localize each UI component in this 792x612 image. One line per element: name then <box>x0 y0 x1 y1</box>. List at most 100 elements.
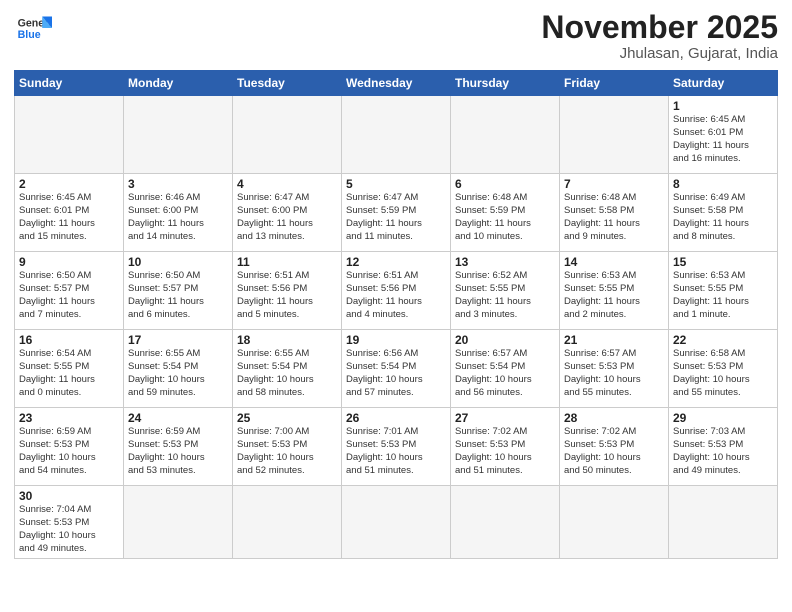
weekday-header: Saturday <box>669 71 778 96</box>
day-number: 19 <box>346 333 446 347</box>
day-info: Sunrise: 7:04 AM Sunset: 5:53 PM Dayligh… <box>19 504 119 555</box>
calendar-day-cell: 24Sunrise: 6:59 AM Sunset: 5:53 PM Dayli… <box>124 408 233 486</box>
day-number: 9 <box>19 255 119 269</box>
calendar-day-cell: 9Sunrise: 6:50 AM Sunset: 5:57 PM Daylig… <box>15 252 124 330</box>
month-title: November 2025 <box>541 10 778 45</box>
svg-text:Blue: Blue <box>18 29 41 41</box>
calendar-day-cell <box>342 486 451 559</box>
weekday-header: Wednesday <box>342 71 451 96</box>
calendar-day-cell: 22Sunrise: 6:58 AM Sunset: 5:53 PM Dayli… <box>669 330 778 408</box>
day-info: Sunrise: 6:47 AM Sunset: 6:00 PM Dayligh… <box>237 192 337 243</box>
day-number: 15 <box>673 255 773 269</box>
calendar-day-cell <box>233 96 342 174</box>
calendar-day-cell: 20Sunrise: 6:57 AM Sunset: 5:54 PM Dayli… <box>451 330 560 408</box>
day-info: Sunrise: 6:51 AM Sunset: 5:56 PM Dayligh… <box>346 270 446 321</box>
day-number: 30 <box>19 489 119 503</box>
day-number: 22 <box>673 333 773 347</box>
weekday-header: Sunday <box>15 71 124 96</box>
calendar-day-cell: 27Sunrise: 7:02 AM Sunset: 5:53 PM Dayli… <box>451 408 560 486</box>
calendar-day-cell: 6Sunrise: 6:48 AM Sunset: 5:59 PM Daylig… <box>451 174 560 252</box>
day-info: Sunrise: 7:03 AM Sunset: 5:53 PM Dayligh… <box>673 426 773 477</box>
calendar-day-cell: 28Sunrise: 7:02 AM Sunset: 5:53 PM Dayli… <box>560 408 669 486</box>
day-info: Sunrise: 7:02 AM Sunset: 5:53 PM Dayligh… <box>455 426 555 477</box>
calendar-day-cell: 30Sunrise: 7:04 AM Sunset: 5:53 PM Dayli… <box>15 486 124 559</box>
calendar-week-row: 2Sunrise: 6:45 AM Sunset: 6:01 PM Daylig… <box>15 174 778 252</box>
calendar: SundayMondayTuesdayWednesdayThursdayFrid… <box>14 70 778 559</box>
calendar-day-cell <box>15 96 124 174</box>
weekday-header: Tuesday <box>233 71 342 96</box>
calendar-day-cell <box>451 486 560 559</box>
location-subtitle: Jhulasan, Gujarat, India <box>541 45 778 62</box>
day-info: Sunrise: 7:01 AM Sunset: 5:53 PM Dayligh… <box>346 426 446 477</box>
calendar-day-cell: 5Sunrise: 6:47 AM Sunset: 5:59 PM Daylig… <box>342 174 451 252</box>
calendar-day-cell: 7Sunrise: 6:48 AM Sunset: 5:58 PM Daylig… <box>560 174 669 252</box>
day-info: Sunrise: 6:59 AM Sunset: 5:53 PM Dayligh… <box>128 426 228 477</box>
page: General Blue November 2025 Jhulasan, Guj… <box>0 0 792 612</box>
calendar-day-cell <box>560 486 669 559</box>
day-info: Sunrise: 6:56 AM Sunset: 5:54 PM Dayligh… <box>346 348 446 399</box>
day-number: 4 <box>237 177 337 191</box>
day-number: 11 <box>237 255 337 269</box>
calendar-day-cell <box>124 96 233 174</box>
day-number: 5 <box>346 177 446 191</box>
weekday-header: Monday <box>124 71 233 96</box>
day-info: Sunrise: 6:50 AM Sunset: 5:57 PM Dayligh… <box>19 270 119 321</box>
calendar-week-row: 1Sunrise: 6:45 AM Sunset: 6:01 PM Daylig… <box>15 96 778 174</box>
day-number: 6 <box>455 177 555 191</box>
day-info: Sunrise: 6:48 AM Sunset: 5:58 PM Dayligh… <box>564 192 664 243</box>
calendar-day-cell <box>560 96 669 174</box>
day-info: Sunrise: 6:55 AM Sunset: 5:54 PM Dayligh… <box>128 348 228 399</box>
day-number: 12 <box>346 255 446 269</box>
day-info: Sunrise: 6:45 AM Sunset: 6:01 PM Dayligh… <box>19 192 119 243</box>
calendar-week-row: 9Sunrise: 6:50 AM Sunset: 5:57 PM Daylig… <box>15 252 778 330</box>
calendar-day-cell: 26Sunrise: 7:01 AM Sunset: 5:53 PM Dayli… <box>342 408 451 486</box>
calendar-day-cell: 1Sunrise: 6:45 AM Sunset: 6:01 PM Daylig… <box>669 96 778 174</box>
calendar-day-cell: 15Sunrise: 6:53 AM Sunset: 5:55 PM Dayli… <box>669 252 778 330</box>
day-number: 18 <box>237 333 337 347</box>
day-info: Sunrise: 6:46 AM Sunset: 6:00 PM Dayligh… <box>128 192 228 243</box>
day-number: 29 <box>673 411 773 425</box>
day-info: Sunrise: 7:00 AM Sunset: 5:53 PM Dayligh… <box>237 426 337 477</box>
day-info: Sunrise: 6:53 AM Sunset: 5:55 PM Dayligh… <box>673 270 773 321</box>
day-info: Sunrise: 6:52 AM Sunset: 5:55 PM Dayligh… <box>455 270 555 321</box>
title-block: November 2025 Jhulasan, Gujarat, India <box>541 10 778 62</box>
day-info: Sunrise: 6:54 AM Sunset: 5:55 PM Dayligh… <box>19 348 119 399</box>
day-number: 3 <box>128 177 228 191</box>
calendar-day-cell: 29Sunrise: 7:03 AM Sunset: 5:53 PM Dayli… <box>669 408 778 486</box>
day-info: Sunrise: 6:49 AM Sunset: 5:58 PM Dayligh… <box>673 192 773 243</box>
day-number: 1 <box>673 99 773 113</box>
day-info: Sunrise: 6:48 AM Sunset: 5:59 PM Dayligh… <box>455 192 555 243</box>
calendar-day-cell: 19Sunrise: 6:56 AM Sunset: 5:54 PM Dayli… <box>342 330 451 408</box>
calendar-week-row: 23Sunrise: 6:59 AM Sunset: 5:53 PM Dayli… <box>15 408 778 486</box>
calendar-day-cell: 18Sunrise: 6:55 AM Sunset: 5:54 PM Dayli… <box>233 330 342 408</box>
day-number: 23 <box>19 411 119 425</box>
calendar-day-cell: 4Sunrise: 6:47 AM Sunset: 6:00 PM Daylig… <box>233 174 342 252</box>
day-info: Sunrise: 6:47 AM Sunset: 5:59 PM Dayligh… <box>346 192 446 243</box>
day-number: 13 <box>455 255 555 269</box>
header: General Blue November 2025 Jhulasan, Guj… <box>14 10 778 62</box>
day-number: 21 <box>564 333 664 347</box>
calendar-week-row: 30Sunrise: 7:04 AM Sunset: 5:53 PM Dayli… <box>15 486 778 559</box>
day-info: Sunrise: 7:02 AM Sunset: 5:53 PM Dayligh… <box>564 426 664 477</box>
day-number: 10 <box>128 255 228 269</box>
calendar-day-cell <box>233 486 342 559</box>
day-info: Sunrise: 6:57 AM Sunset: 5:53 PM Dayligh… <box>564 348 664 399</box>
calendar-day-cell: 14Sunrise: 6:53 AM Sunset: 5:55 PM Dayli… <box>560 252 669 330</box>
day-number: 8 <box>673 177 773 191</box>
day-info: Sunrise: 6:59 AM Sunset: 5:53 PM Dayligh… <box>19 426 119 477</box>
day-number: 28 <box>564 411 664 425</box>
calendar-day-cell: 2Sunrise: 6:45 AM Sunset: 6:01 PM Daylig… <box>15 174 124 252</box>
day-info: Sunrise: 6:51 AM Sunset: 5:56 PM Dayligh… <box>237 270 337 321</box>
day-info: Sunrise: 6:55 AM Sunset: 5:54 PM Dayligh… <box>237 348 337 399</box>
calendar-day-cell: 3Sunrise: 6:46 AM Sunset: 6:00 PM Daylig… <box>124 174 233 252</box>
calendar-day-cell <box>451 96 560 174</box>
logo: General Blue <box>14 10 52 51</box>
weekday-header: Thursday <box>451 71 560 96</box>
calendar-day-cell <box>342 96 451 174</box>
day-number: 16 <box>19 333 119 347</box>
weekday-header: Friday <box>560 71 669 96</box>
calendar-day-cell <box>669 486 778 559</box>
calendar-day-cell: 13Sunrise: 6:52 AM Sunset: 5:55 PM Dayli… <box>451 252 560 330</box>
calendar-day-cell: 23Sunrise: 6:59 AM Sunset: 5:53 PM Dayli… <box>15 408 124 486</box>
day-info: Sunrise: 6:57 AM Sunset: 5:54 PM Dayligh… <box>455 348 555 399</box>
